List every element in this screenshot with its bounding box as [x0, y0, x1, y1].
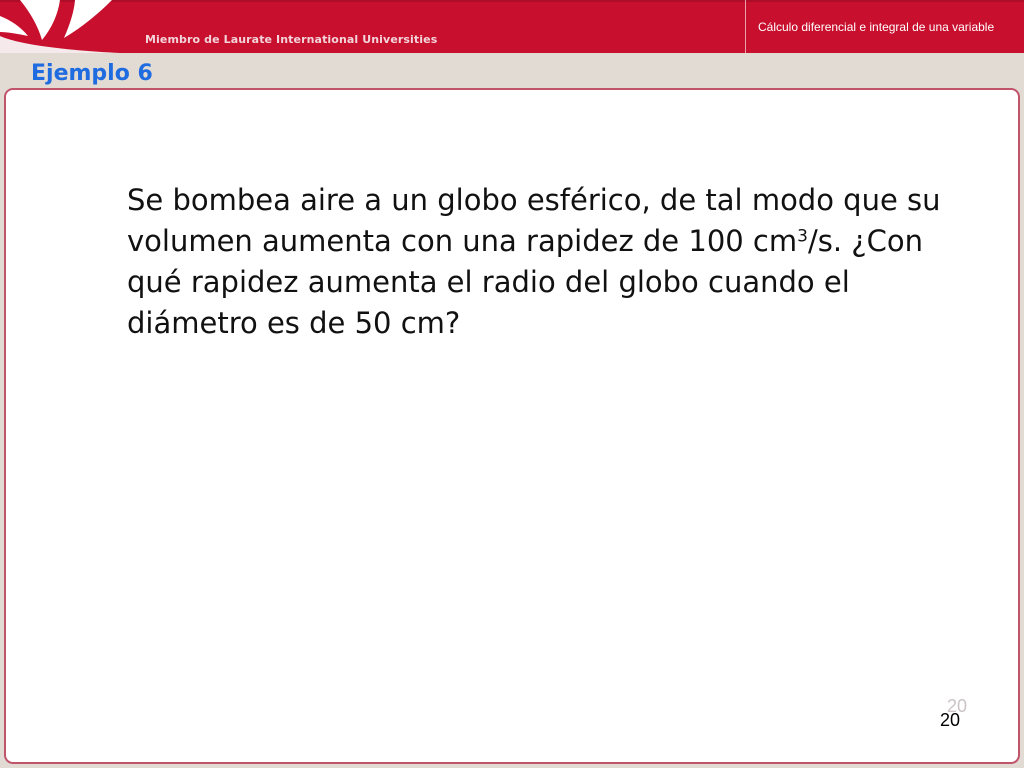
membership-text: Miembro de Laurate International Univers…	[145, 33, 438, 46]
university-logo	[0, 0, 145, 53]
header-banner: Miembro de Laurate International Univers…	[0, 0, 1024, 53]
header-top-strip	[0, 0, 1024, 2]
course-title: Cálculo diferencial e integral de una va…	[758, 20, 995, 34]
slide-title: Ejemplo 6	[31, 61, 153, 86]
page-number: 20	[940, 710, 961, 730]
question-superscript: 3	[797, 226, 808, 247]
question-text: Se bombea aire a un globo esférico, de t…	[127, 180, 967, 344]
header-divider	[745, 0, 746, 53]
